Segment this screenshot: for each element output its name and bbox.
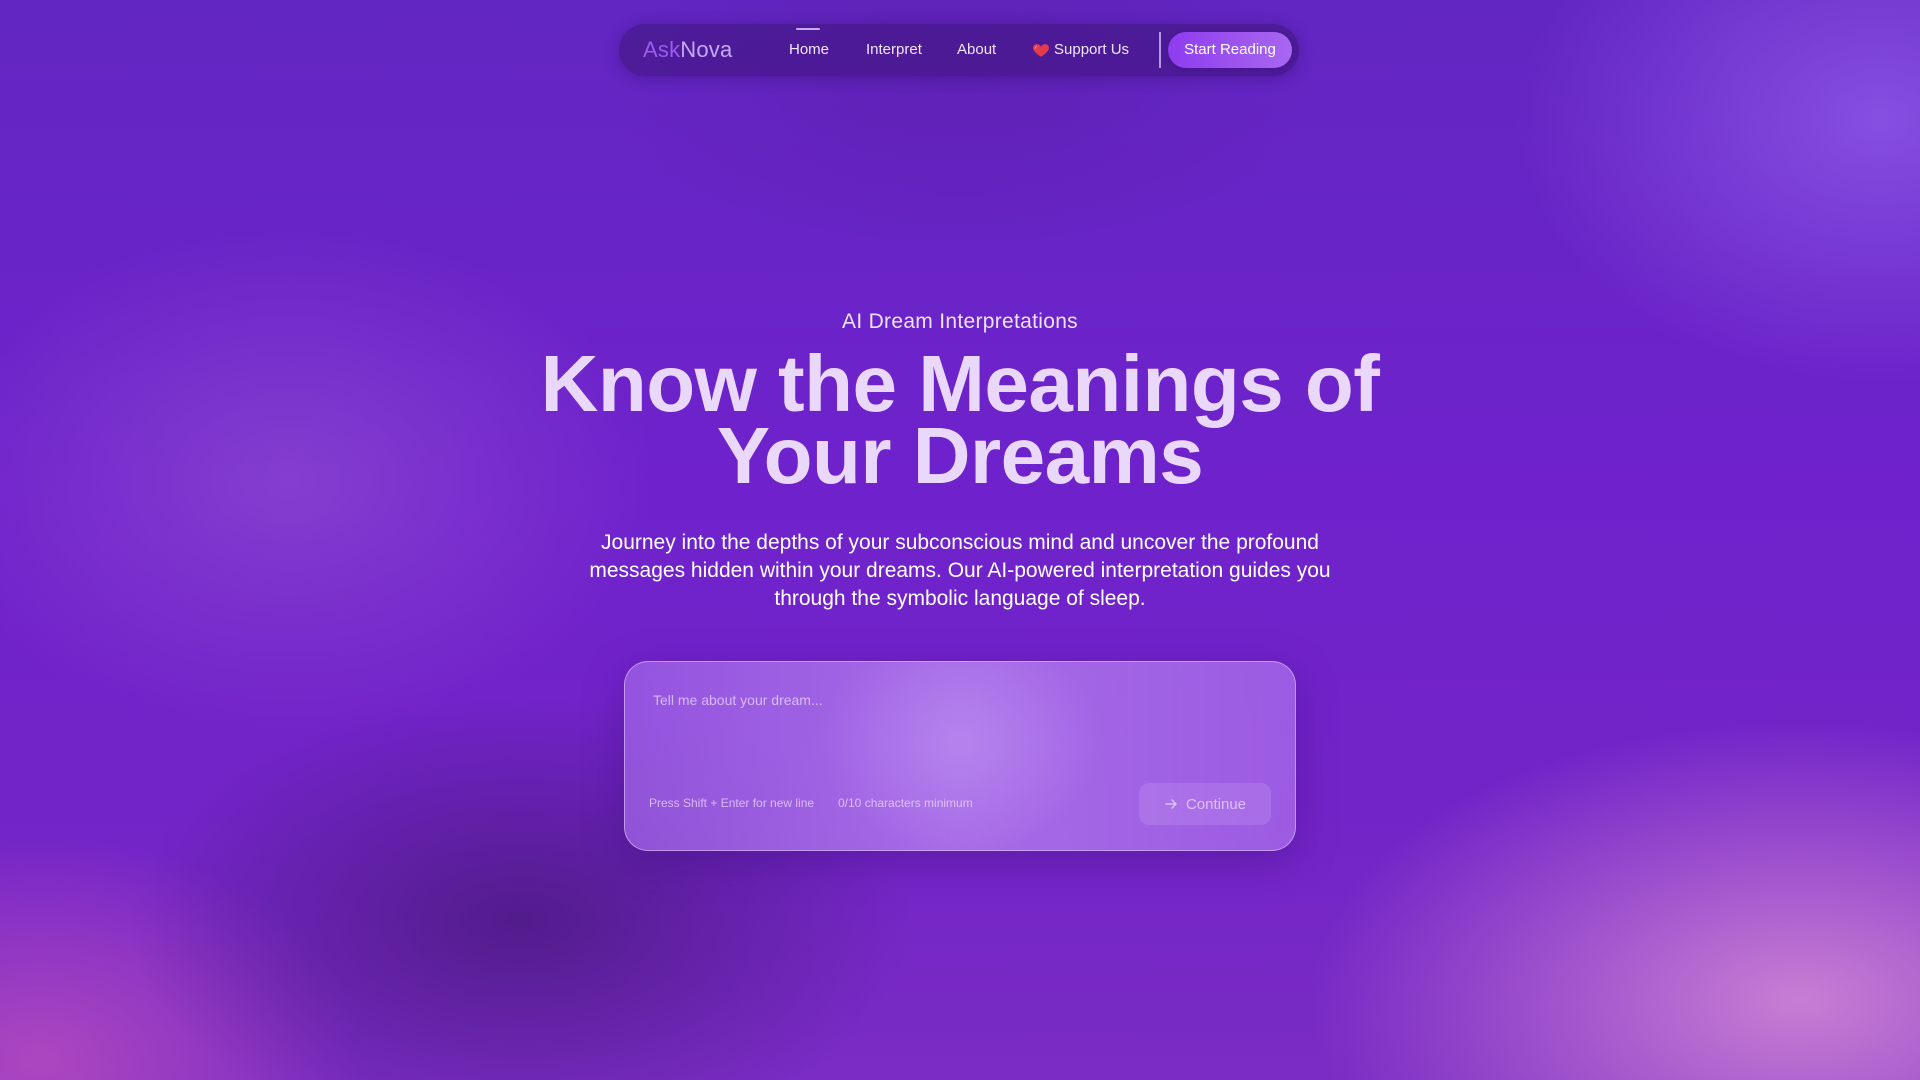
active-indicator: [796, 28, 820, 30]
logo-text-nova: Nova: [680, 37, 733, 62]
continue-button-label: Continue: [1185, 795, 1247, 813]
continue-button[interactable]: Continue: [1139, 783, 1271, 825]
hero-description: Journey into the depths of your subconsc…: [589, 531, 1331, 610]
hero-eyebrow: AI Dream Interpretations: [842, 310, 1078, 333]
nav-divider: [1159, 32, 1161, 68]
nav-link-interpret-label: Interpret: [866, 41, 922, 58]
heart-icon: [1032, 41, 1050, 59]
dream-input-field[interactable]: [653, 692, 1263, 752]
hero-headline-line-2: Your Dreams: [716, 411, 1204, 500]
hero-headline: Know the Meanings of Your Dreams: [0, 339, 1920, 500]
nav-link-support-us-label: Support Us: [1054, 41, 1130, 58]
hero-headline-line-1: Know the Meanings of: [540, 339, 1380, 428]
dream-input-card: Press Shift + Enter for new line 0/10 ch…: [624, 661, 1296, 851]
newline-hint: Press Shift + Enter for new line: [649, 796, 815, 810]
arrow-right-icon: [1164, 797, 1178, 811]
top-navbar: AskNova Home Interpret About Support Us …: [619, 24, 1299, 76]
nav-link-home[interactable]: Home: [789, 28, 830, 59]
logo-text-ask: Ask: [643, 37, 681, 62]
nav-link-interpret[interactable]: Interpret: [866, 41, 922, 59]
logo[interactable]: AskNova: [643, 37, 732, 63]
nav-link-home-label: Home: [789, 41, 830, 58]
start-reading-button[interactable]: Start Reading: [1168, 32, 1292, 68]
nav-link-about-label: About: [957, 41, 997, 58]
nav-link-support-us[interactable]: Support Us: [1032, 41, 1129, 59]
nav-link-about[interactable]: About: [957, 41, 996, 59]
character-count: 0/10 characters minimum: [838, 796, 973, 810]
